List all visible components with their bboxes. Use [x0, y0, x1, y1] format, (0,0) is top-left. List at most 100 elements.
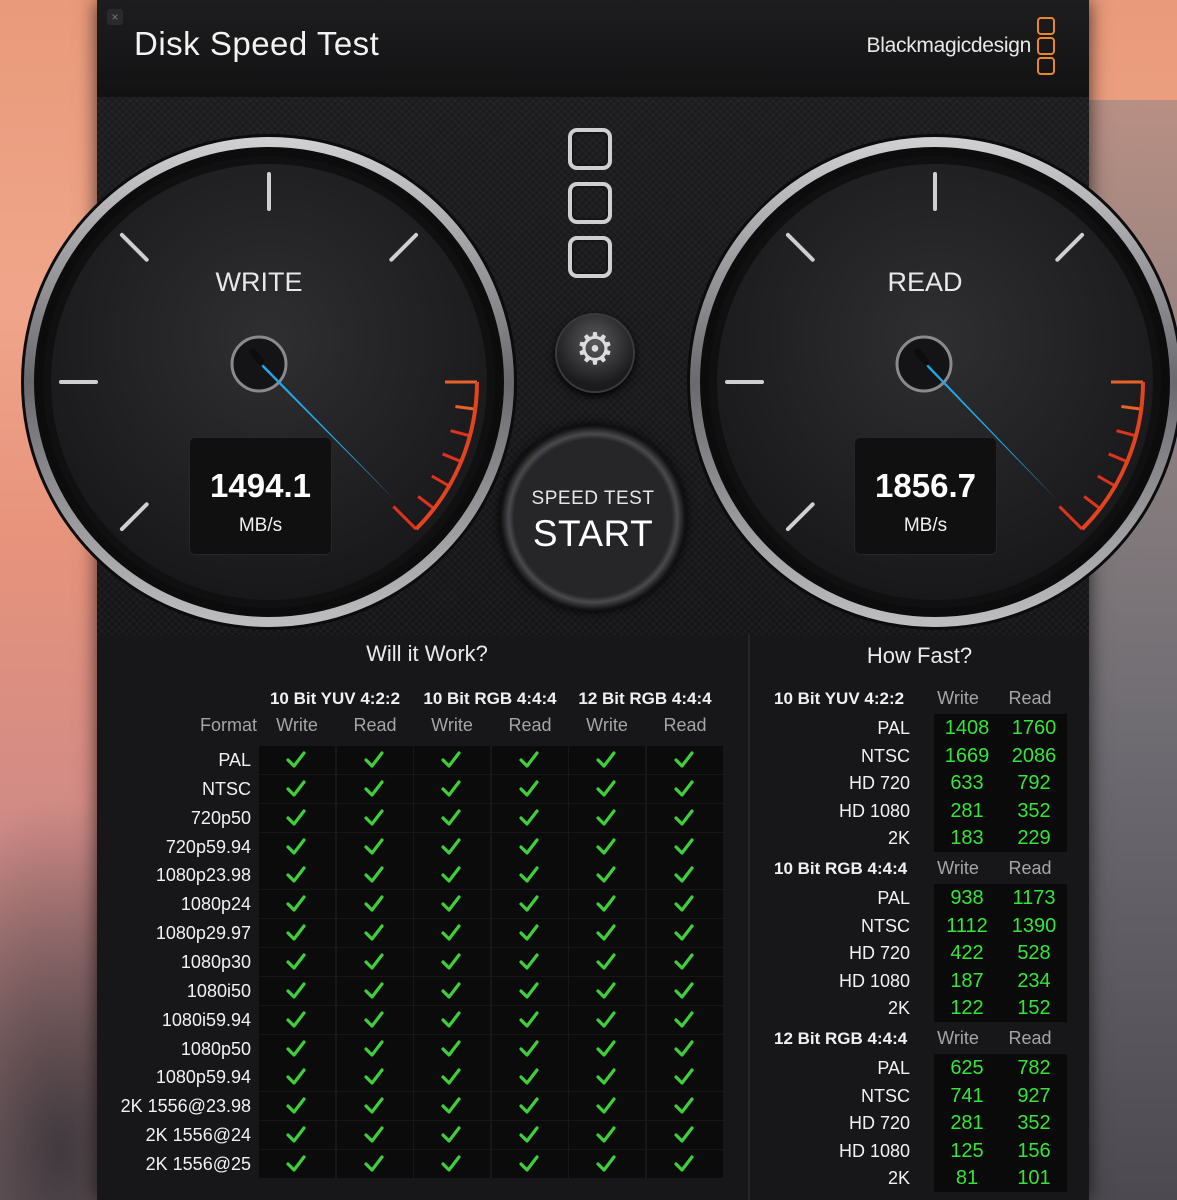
check-cell	[647, 803, 723, 832]
check-cell	[647, 1063, 723, 1092]
format-label: 1080p24	[180, 894, 251, 915]
checkmark-icon	[441, 982, 461, 999]
check-cell	[647, 746, 723, 774]
checkmark-icon	[519, 866, 539, 883]
checkmark-icon	[364, 924, 384, 941]
checkmark-icon	[441, 1011, 461, 1028]
checkmark-icon	[286, 924, 306, 941]
checkmark-icon	[441, 809, 461, 826]
how-fast-title: How Fast?	[866, 643, 973, 668]
check-cell	[259, 976, 335, 1005]
format-row: 1080i50	[109, 976, 725, 1005]
format-label: 1080i59.94	[161, 1009, 251, 1030]
checkmark-icon	[519, 1155, 539, 1172]
how-fast-write-value: 281	[950, 799, 984, 822]
check-cell	[337, 1149, 413, 1178]
check-cell	[337, 746, 413, 774]
start-button-caption: SPEED TEST	[531, 488, 655, 509]
check-cell	[414, 1034, 490, 1063]
checkmark-icon	[441, 1039, 461, 1057]
how-fast-read-value: 1760	[1011, 717, 1057, 739]
checkmark-icon	[286, 1068, 306, 1085]
format-label: PAL	[218, 750, 251, 770]
checkmark-icon	[286, 1126, 306, 1143]
checkmark-icon	[441, 895, 461, 912]
how-fast-format-label: 2K	[887, 998, 910, 1018]
format-row: PAL	[109, 746, 725, 774]
how-fast-read-value: 792	[1017, 772, 1051, 794]
checkmark-icon	[674, 982, 694, 999]
format-row: 1080p24	[109, 890, 725, 919]
how-fast-group-header: 10 Bit YUV 4:2:2	[774, 689, 905, 708]
checkmark-icon	[364, 895, 384, 912]
checkmark-icon	[596, 982, 616, 999]
checkmark-icon	[441, 1097, 461, 1114]
how-fast-read-value: 927	[1017, 1084, 1051, 1107]
how-fast-format-label: NTSC	[861, 1085, 910, 1106]
checkmark-icon	[596, 780, 616, 797]
format-label: NTSC	[202, 778, 251, 799]
how-fast-write-value: 281	[950, 1112, 984, 1134]
check-cell	[569, 919, 645, 948]
checkmark-icon	[286, 895, 306, 912]
how-fast-write-value: 81	[955, 1167, 979, 1189]
how-fast-read-header: Read	[1008, 858, 1052, 878]
check-cell	[569, 1121, 645, 1150]
column-group-header: 10 Bit RGB 4:4:4	[423, 689, 557, 708]
settings-button[interactable]: ⚙	[555, 313, 635, 393]
check-cell	[259, 1121, 335, 1150]
check-cell	[414, 1092, 490, 1121]
check-cell	[492, 832, 568, 861]
how-fast-write-header: Write	[937, 1028, 979, 1048]
check-cell	[259, 1005, 335, 1034]
checkmark-icon	[364, 1011, 384, 1028]
start-button[interactable]: SPEED TEST START	[500, 425, 686, 611]
check-cell	[337, 1121, 413, 1150]
checkmark-icon	[286, 1011, 306, 1028]
will-it-work-panel: Will it Work? Format 10 Bit YUV 4:2:2 10 B…	[97, 635, 750, 1200]
check-cell	[647, 919, 723, 948]
checkmark-icon	[364, 1068, 384, 1085]
checkmark-icon	[286, 837, 306, 855]
format-label: 2K 1556@25	[145, 1153, 251, 1174]
check-cell	[492, 1034, 568, 1063]
checkmark-icon	[364, 837, 384, 855]
how-fast-format-label: HD 1080	[838, 970, 910, 991]
app-window: × Disk Speed Test Blackmagicdesign WRITE…	[21, 0, 1177, 1200]
checkmark-icon	[674, 1011, 694, 1028]
checkmark-icon	[286, 751, 306, 768]
start-button-label: START	[532, 513, 654, 554]
will-it-work-title: Will it Work?	[366, 641, 488, 666]
check-cell	[492, 1121, 568, 1150]
checkmark-icon	[364, 780, 384, 797]
checkmark-icon	[596, 895, 616, 912]
check-cell	[492, 803, 568, 832]
checkmark-icon	[364, 1155, 384, 1172]
column-sub-header: Read	[663, 715, 707, 735]
checkmark-icon	[519, 895, 539, 912]
format-label: 1080p23.98	[155, 865, 251, 886]
check-cell	[492, 1005, 568, 1034]
check-cell	[492, 1092, 568, 1121]
column-sub-header: Read	[353, 715, 397, 735]
checkmark-icon	[674, 809, 694, 826]
check-cell	[492, 890, 568, 919]
check-cell	[492, 919, 568, 948]
check-cell	[259, 1092, 335, 1121]
check-cell	[569, 774, 645, 803]
how-fast-group-header: 12 Bit RGB 4:4:4	[774, 1029, 908, 1048]
format-row: 2K 1556@25	[109, 1149, 725, 1178]
checkmark-icon	[596, 837, 616, 855]
how-fast-format-label: PAL	[877, 718, 910, 738]
check-cell	[259, 774, 335, 803]
format-row: 2K 1556@23.98	[109, 1092, 725, 1121]
check-cell	[259, 1034, 335, 1063]
how-fast-format-label: 2K	[887, 828, 910, 848]
checkmark-icon	[519, 982, 539, 999]
checkmark-icon	[674, 895, 694, 912]
column-group-header: 10 Bit YUV 4:2:2	[269, 689, 401, 708]
check-cell	[414, 1063, 490, 1092]
check-cell	[414, 774, 490, 803]
how-fast-format-label: 2K	[887, 1168, 910, 1188]
checkmark-icon	[441, 953, 461, 970]
